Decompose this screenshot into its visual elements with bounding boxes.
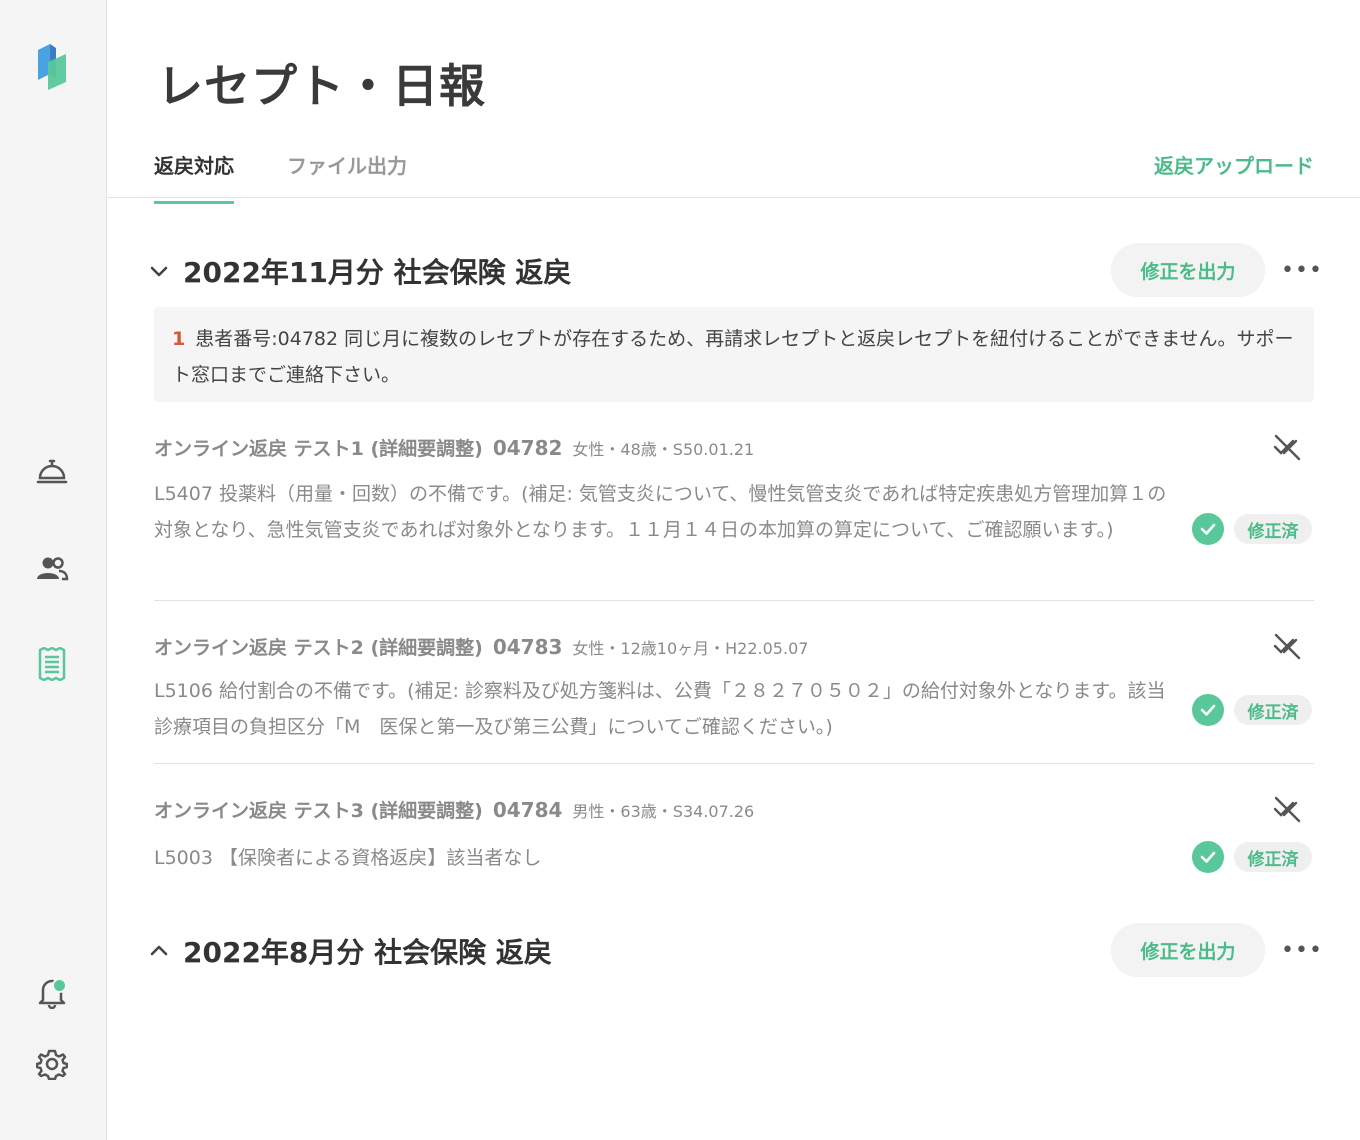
- unlink-icon[interactable]: [1272, 631, 1302, 661]
- patient-meta: 男性・63歳・S34.07.26: [572, 802, 755, 821]
- patient-id: 04784: [492, 798, 563, 822]
- unlink-icon[interactable]: [1272, 432, 1302, 462]
- tab-file-output[interactable]: ファイル出力: [287, 150, 407, 201]
- main-content: レセプト・日報 返戻対応 ファイル出力 返戻アップロード 2022年11月分 社…: [107, 0, 1360, 1140]
- collapse-chevron-icon[interactable]: [147, 259, 171, 283]
- patients-icon[interactable]: [34, 550, 70, 586]
- section-title: 2022年8月分 社会保険 返戻: [183, 936, 552, 969]
- item-header: オンライン返戻 テスト2 (詳細要調整) 04783 女性・12歳10ヶ月・H22.…: [154, 633, 808, 660]
- section-header-2022-11: 2022年11月分 社会保険 返戻 修正を出力 •••: [147, 243, 1322, 299]
- item-body: L5003 【保険者による資格返戻】該当者なし: [154, 847, 542, 869]
- tab-bar: 返戻対応 ファイル出力 返戻アップロード: [107, 140, 1360, 204]
- expand-chevron-icon[interactable]: [147, 939, 171, 963]
- app-logo[interactable]: [36, 40, 70, 90]
- page-title: レセプト・日報: [157, 59, 486, 113]
- sidebar: [0, 0, 107, 1140]
- app-root: レセプト・日報 返戻対応 ファイル出力 返戻アップロード 2022年11月分 社…: [0, 0, 1360, 1140]
- status-badge: 修正済: [1234, 695, 1312, 725]
- alert-text: 患者番号:04782 同じ月に複数のレセプトが存在するため、再請求レセプトと返戻…: [172, 328, 1294, 386]
- section-header-2022-08: 2022年8月分 社会保険 返戻 修正を出力 •••: [147, 923, 1322, 979]
- unlink-icon[interactable]: [1272, 794, 1302, 824]
- section-title: 2022年11月分 社会保険 返戻: [183, 256, 572, 289]
- settings-gear-icon[interactable]: [34, 1046, 70, 1082]
- henrei-item: オンライン返戻 テスト1 (詳細要調整) 04782 女性・48歳・S50.01.2…: [154, 434, 1314, 601]
- henrei-item: オンライン返戻 テスト3 (詳細要調整) 04784 男性・63歳・S34.07.2…: [154, 796, 1314, 886]
- item-name[interactable]: オンライン返戻 テスト2 (詳細要調整): [154, 637, 483, 659]
- alert-number: 1: [172, 328, 186, 350]
- error-alert: 1 患者番号:04782 同じ月に複数のレセプトが存在するため、再請求レセプトと返…: [154, 307, 1314, 402]
- more-options-icon[interactable]: •••: [1281, 937, 1322, 963]
- status-indicator: 修正済: [1192, 513, 1314, 545]
- more-options-icon[interactable]: •••: [1281, 257, 1322, 283]
- item-name[interactable]: オンライン返戻 テスト3 (詳細要調整): [154, 800, 483, 822]
- tab-henrei-taiou[interactable]: 返戻対応: [154, 150, 234, 204]
- item-header: オンライン返戻 テスト1 (詳細要調整) 04782 女性・48歳・S50.01.2…: [154, 434, 754, 461]
- status-indicator: 修正済: [1192, 841, 1314, 873]
- henrei-upload-link[interactable]: 返戻アップロード: [1154, 150, 1314, 179]
- check-circle-icon: [1192, 513, 1224, 545]
- patient-meta: 女性・12歳10ヶ月・H22.05.07: [572, 639, 809, 658]
- status-badge: 修正済: [1234, 842, 1312, 872]
- patient-id: 04782: [492, 436, 563, 460]
- notification-dot: [52, 978, 67, 993]
- status-badge: 修正済: [1234, 514, 1312, 544]
- export-corrections-button[interactable]: 修正を出力: [1111, 243, 1265, 297]
- patient-meta: 女性・48歳・S50.01.21: [572, 440, 755, 459]
- item-name[interactable]: オンライン返戻 テスト1 (詳細要調整): [154, 438, 483, 460]
- export-corrections-button[interactable]: 修正を出力: [1111, 923, 1265, 977]
- status-indicator: 修正済: [1192, 694, 1314, 726]
- receipt-icon[interactable]: [34, 646, 70, 682]
- patient-id: 04783: [492, 635, 563, 659]
- check-circle-icon: [1192, 841, 1224, 873]
- check-circle-icon: [1192, 694, 1224, 726]
- reception-bell-icon[interactable]: [34, 454, 70, 490]
- henrei-item: オンライン返戻 テスト2 (詳細要調整) 04783 女性・12歳10ヶ月・H22.…: [154, 633, 1314, 764]
- item-header: オンライン返戻 テスト3 (詳細要調整) 04784 男性・63歳・S34.07.2…: [154, 796, 754, 823]
- item-body: L5106 給付割合の不備です。(補足: 診察料及び処方箋料は、公費「２８２７０…: [154, 680, 1166, 738]
- item-body: L5407 投薬料（用量・回数）の不備です。(補足: 気管支炎について、慢性気管…: [154, 483, 1167, 541]
